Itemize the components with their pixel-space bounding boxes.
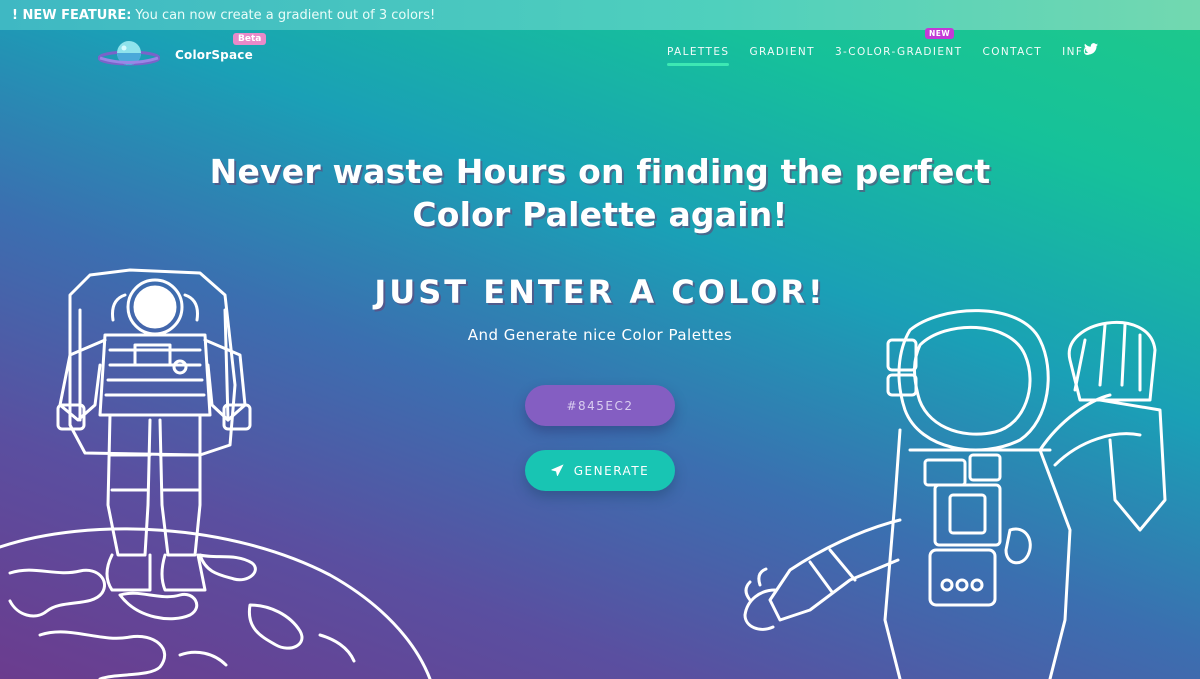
astronaut-on-planet-illustration [0, 268, 432, 679]
new-badge: NEW [924, 28, 955, 39]
main-nav: PALETTES GRADIENT 3-COLOR-GRADIENT NEW C… [667, 28, 1113, 66]
logo[interactable]: ColorSpace Beta [98, 33, 278, 72]
nav-item-3-color-gradient[interactable]: 3-COLOR-GRADIENT NEW [834, 28, 963, 64]
nav-item-gradient[interactable]: GRADIENT [749, 46, 814, 64]
banner-text: You can now create a gradient out of 3 c… [135, 7, 436, 23]
generate-button[interactable]: GENERATE [525, 450, 675, 491]
hero-headline-line-1: Never waste Hours on finding the perfect [209, 152, 991, 191]
nav-item-3-color-gradient-label: 3-COLOR-GRADIENT [834, 46, 963, 58]
nav-item-contact[interactable]: CONTACT [983, 46, 1043, 64]
beta-badge: Beta [233, 33, 267, 45]
rocket-icon [551, 464, 564, 476]
hero-headline-line-2: Color Palette again! [412, 195, 788, 234]
feature-banner: ! NEW FEATURE: You can now create a grad… [0, 0, 1200, 30]
planet-logo-icon [98, 41, 160, 66]
generate-button-label: GENERATE [573, 463, 650, 478]
brand-name: ColorSpace [175, 48, 253, 62]
color-input[interactable] [525, 385, 675, 426]
hero-headline: Never waste Hours on finding the perfect… [100, 150, 1100, 236]
nav-item-palettes[interactable]: PALETTES [667, 46, 730, 66]
waving-astronaut-illustration [743, 309, 1167, 679]
twitter-icon[interactable] [1084, 43, 1098, 55]
banner-label: ! NEW FEATURE: [12, 7, 132, 23]
